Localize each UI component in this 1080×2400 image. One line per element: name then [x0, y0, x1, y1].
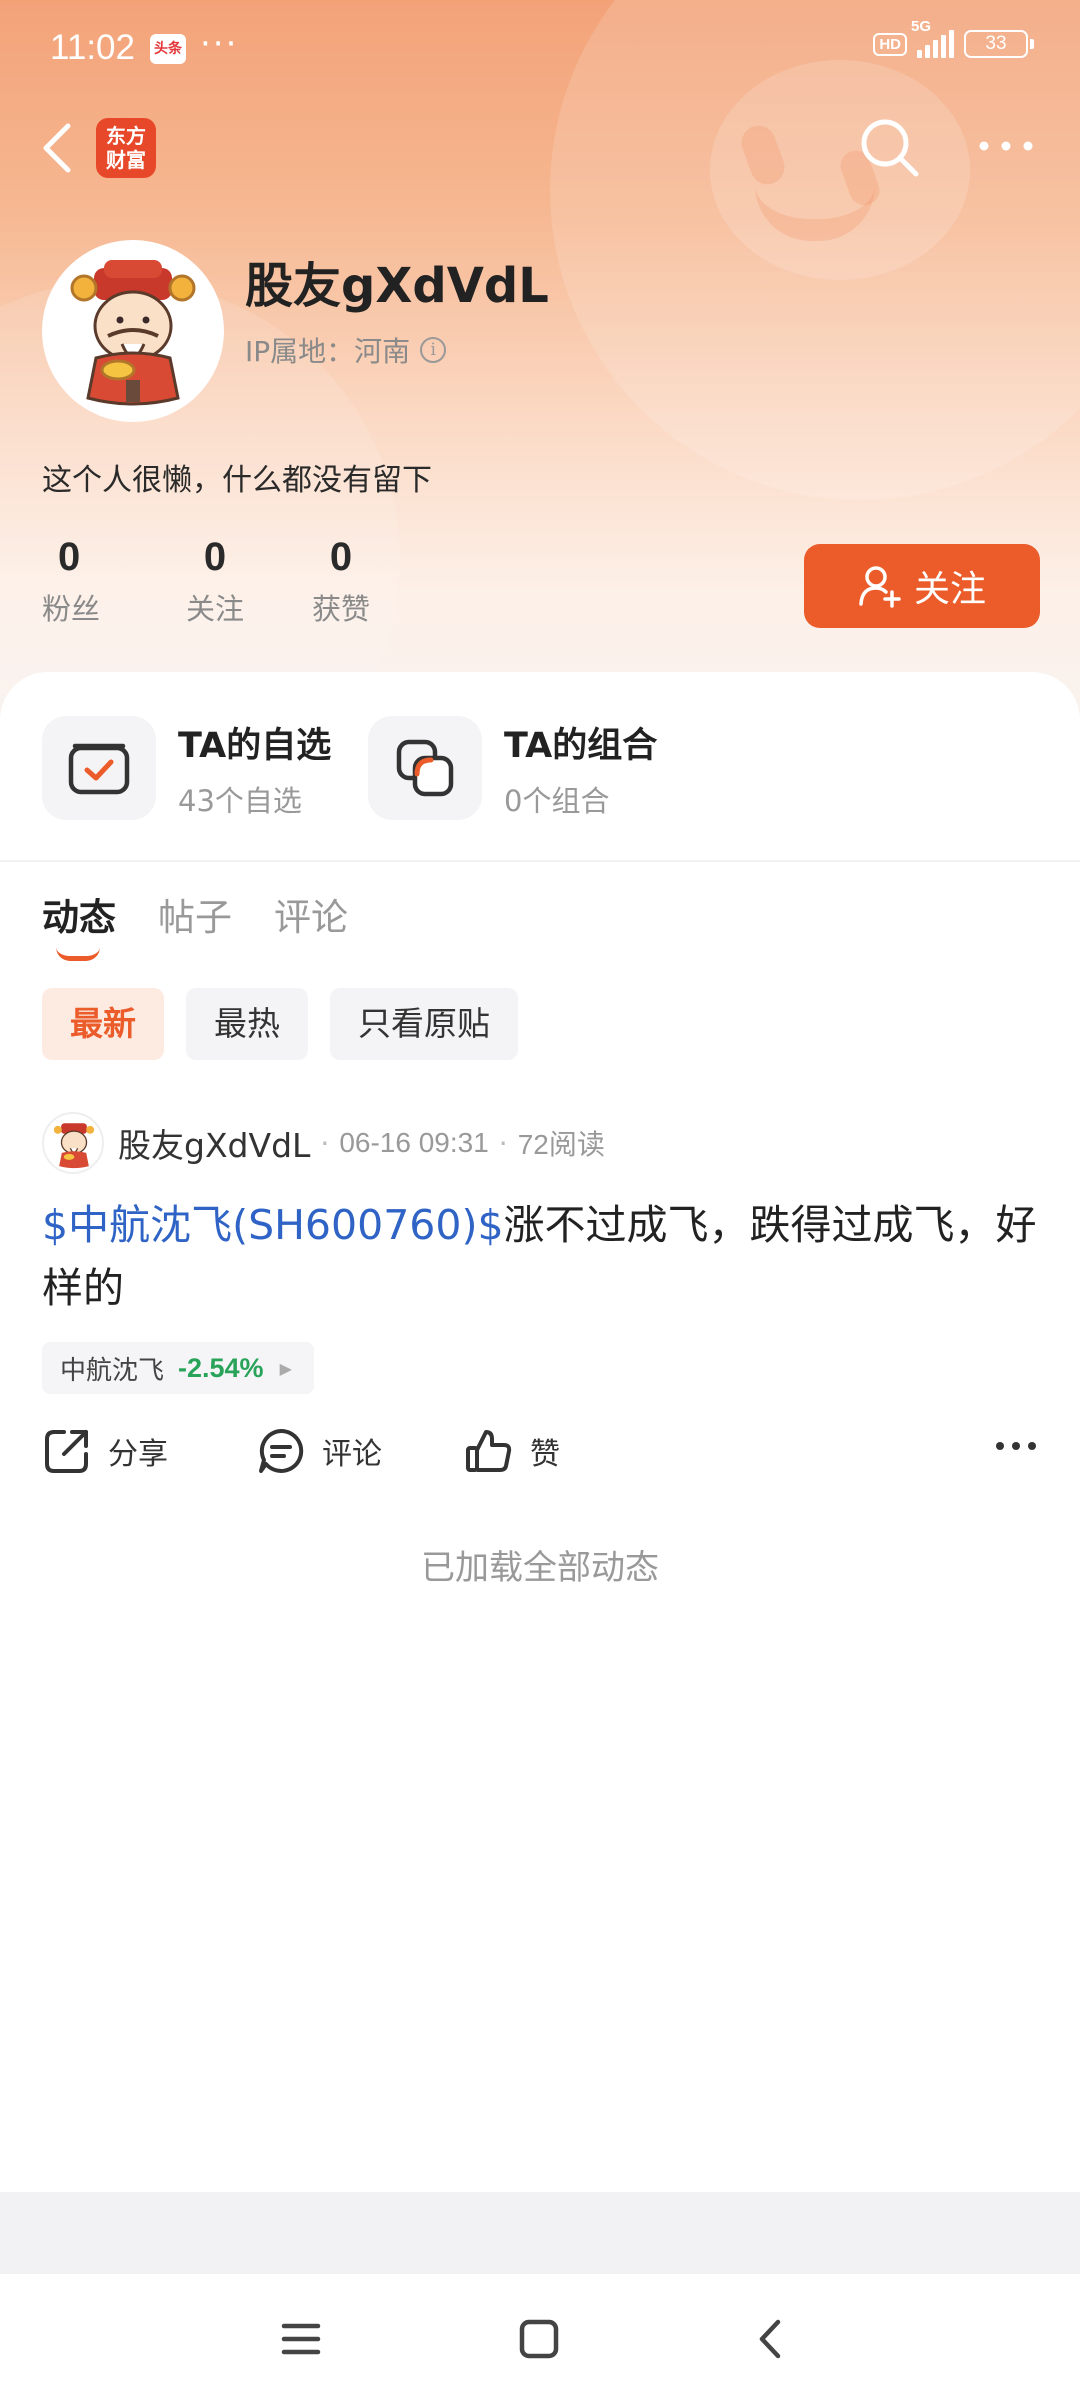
checkbox-icon	[68, 743, 130, 795]
portfolio-icon	[396, 739, 454, 797]
system-navigation-bar	[0, 2274, 1080, 2400]
filter-original-only[interactable]: 只看原贴	[330, 988, 518, 1060]
tab-comments[interactable]: 评论	[274, 887, 348, 941]
status-time: 11:02	[50, 28, 135, 67]
avatar[interactable]	[42, 240, 224, 422]
portfolio-title: TA的组合	[504, 725, 658, 766]
content-card: TA的自选 43个自选 TA的组合 0个组合 动态 帖子 评论 最新 最热 只看…	[0, 672, 1080, 2192]
share-button[interactable]: 分享	[42, 1426, 168, 1476]
filter-latest[interactable]: 最新	[42, 988, 164, 1060]
watchlist-icon-tile	[42, 716, 156, 820]
post-content[interactable]: $中航沈飞(SH600760)$涨不过成飞，跌得过成飞，好样的	[42, 1194, 1042, 1320]
bottom-spacer	[0, 2192, 1080, 2274]
stat-label: 粉丝	[42, 592, 101, 626]
system-back-button[interactable]	[746, 2314, 796, 2364]
app-logo[interactable]: 东方 财富	[96, 118, 156, 178]
watchlist-entry[interactable]: TA的自选 43个自选	[42, 716, 331, 820]
share-label: 分享	[108, 1437, 168, 1472]
stat-following[interactable]: 0 关注	[152, 535, 278, 628]
portfolio-count: 0个组合	[504, 783, 610, 818]
logo-text: 财富	[106, 148, 146, 172]
tab-label: 动态	[42, 896, 116, 939]
filter-hottest[interactable]: 最热	[186, 988, 308, 1060]
sort-filters: 最新 最热 只看原贴	[42, 988, 518, 1060]
recent-apps-button[interactable]	[276, 2314, 326, 2364]
home-button[interactable]	[514, 2314, 564, 2364]
separator-dot: ·	[498, 1126, 508, 1160]
search-icon	[861, 119, 919, 177]
like-button[interactable]: 赞	[464, 1426, 560, 1476]
post-more-button[interactable]	[994, 1436, 1038, 1460]
more-dots-icon	[979, 141, 1033, 151]
stat-value: 0	[58, 535, 81, 579]
status-indicators: HD 5G 33	[873, 18, 1034, 58]
portfolio-entry[interactable]: TA的组合 0个组合	[368, 716, 657, 820]
stat-fans[interactable]: 0 粉丝	[42, 535, 152, 628]
battery-icon: 33	[964, 30, 1034, 58]
post-read-count: 72阅读	[517, 1129, 605, 1160]
post-header: 股友gXdVdL · 06-16 09:31 · 72阅读	[42, 1112, 605, 1174]
tab-label: 帖子	[158, 896, 232, 939]
ip-location: IP属地：河南 i	[245, 330, 447, 370]
notification-app-icon: 头条	[150, 34, 186, 64]
follow-button[interactable]: 关注	[804, 544, 1040, 628]
stat-value: 0	[329, 535, 353, 579]
network-type: 5G	[911, 18, 932, 35]
square-icon	[519, 2319, 559, 2359]
end-of-list-text: 已加载全部动态	[421, 1548, 659, 1588]
post-avatar[interactable]	[42, 1112, 104, 1174]
chevron-left-icon	[759, 2319, 781, 2359]
status-bar: 11:02 头条 ··· HD 5G 33	[0, 0, 1080, 96]
comment-icon	[259, 1428, 304, 1473]
share-icon	[45, 1430, 88, 1473]
comment-button[interactable]: 评论	[256, 1426, 382, 1476]
tab-posts[interactable]: 帖子	[158, 887, 232, 941]
more-dots-icon	[996, 1442, 1036, 1450]
post-author[interactable]: 股友gXdVdL	[118, 1119, 310, 1167]
ip-location-text: IP属地：河南	[245, 335, 411, 368]
watchlist-count: 43个自选	[178, 783, 302, 818]
bio: 这个人很懒，什么都没有留下	[42, 463, 432, 498]
follow-label: 关注	[913, 569, 986, 610]
stock-name: 中航沈飞	[60, 1355, 165, 1386]
stock-quote-tag[interactable]: 中航沈飞 -2.54% ▶	[42, 1342, 314, 1394]
portfolio-icon-tile	[368, 716, 482, 820]
signal-icon: 5G	[911, 18, 954, 58]
stock-change: -2.54%	[178, 1352, 264, 1383]
logo-text: 东方	[106, 124, 146, 148]
triangle-right-icon: ▶	[279, 1358, 292, 1378]
menu-icon	[281, 2323, 321, 2355]
stat-label: 关注	[185, 592, 244, 626]
profile-stats: 0 粉丝 0 关注 0 获赞	[42, 535, 404, 628]
comment-label: 评论	[322, 1437, 382, 1472]
watchlist-title: TA的自选	[178, 725, 332, 766]
like-label: 赞	[530, 1437, 560, 1472]
username: 股友gXdVdL	[245, 258, 549, 314]
caishen-avatar-icon	[53, 1123, 95, 1169]
info-icon[interactable]: i	[420, 337, 447, 363]
portfolio-text: TA的组合 0个组合	[504, 717, 657, 820]
stat-label: 获赞	[311, 592, 370, 626]
tab-activity[interactable]: 动态	[42, 887, 116, 961]
hd-voice-icon: HD	[873, 32, 907, 56]
stock-mention-link[interactable]: $中航沈飞(SH600760)$	[42, 1201, 504, 1249]
thumbs-up-icon	[466, 1430, 512, 1472]
stat-likes[interactable]: 0 获赞	[278, 535, 404, 628]
stat-value: 0	[203, 535, 227, 579]
more-notifications-icon: ···	[200, 24, 239, 64]
add-user-icon	[859, 566, 901, 608]
content-tabs: 动态 帖子 评论	[42, 887, 348, 961]
caishen-avatar-icon	[70, 260, 196, 406]
chevron-left-icon	[43, 123, 71, 173]
post-date: 06-16 09:31	[339, 1127, 489, 1158]
search-button[interactable]	[858, 116, 922, 180]
divider	[0, 860, 1080, 862]
back-button[interactable]	[38, 118, 78, 178]
separator-dot: ·	[320, 1126, 330, 1160]
more-options-button[interactable]	[976, 126, 1036, 166]
tab-active-indicator	[56, 947, 100, 961]
post-actions: 分享 评论 赞	[42, 1426, 1038, 1490]
watchlist-text: TA的自选 43个自选	[178, 717, 331, 820]
tab-label: 评论	[274, 896, 348, 939]
